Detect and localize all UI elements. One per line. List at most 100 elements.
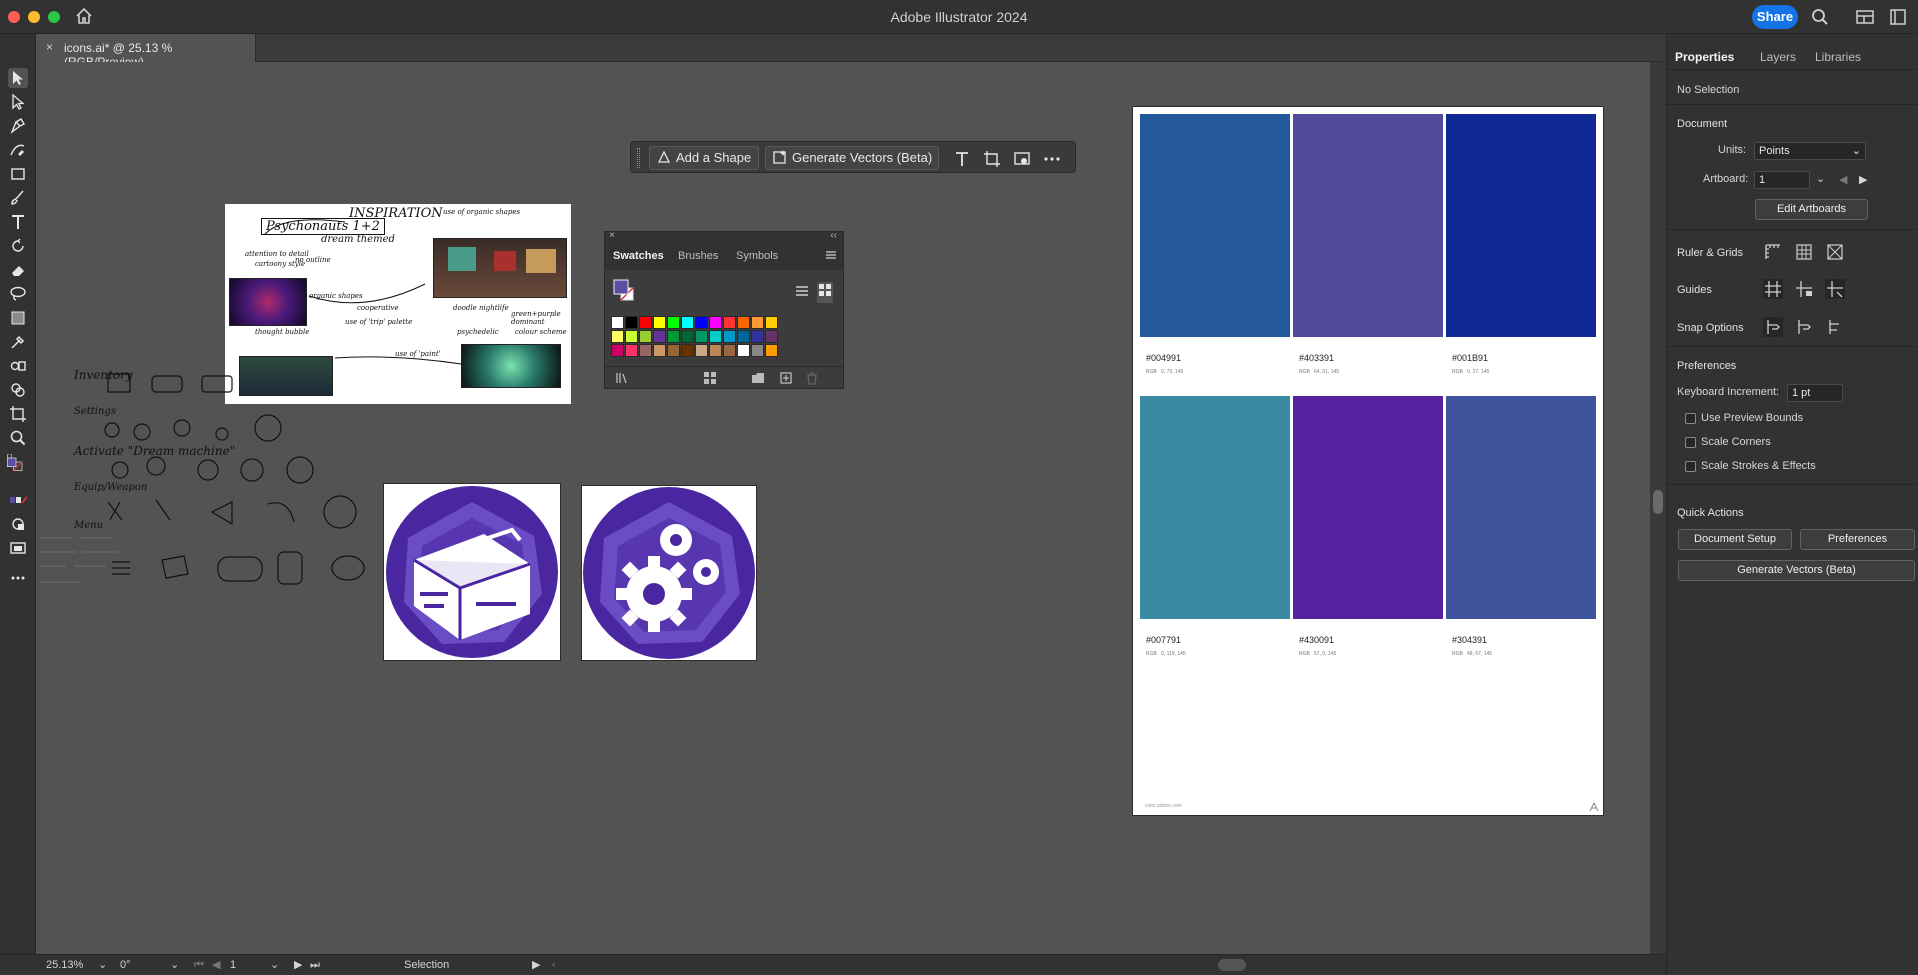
panel-menu-icon[interactable] [825, 248, 837, 266]
color-swatch[interactable] [737, 316, 750, 329]
next-artboard-icon[interactable]: ▶ [1859, 173, 1867, 186]
artboard-number[interactable]: 1 [230, 957, 264, 974]
delete-swatch-icon[interactable] [805, 371, 819, 390]
artboard-select[interactable]: 1 [1754, 171, 1810, 189]
color-swatch[interactable] [765, 330, 778, 343]
palette-swatch[interactable] [1293, 396, 1443, 619]
color-swatch[interactable] [709, 330, 722, 343]
color-swatch[interactable] [667, 316, 680, 329]
fill-stroke-swatch[interactable] [613, 278, 634, 301]
gradient-tool-icon[interactable] [8, 308, 28, 328]
color-swatch[interactable] [737, 344, 750, 357]
color-swatch[interactable] [639, 344, 652, 357]
color-swatch[interactable] [625, 316, 638, 329]
share-button[interactable]: Share [1752, 5, 1798, 29]
tab-libraries[interactable]: Libraries [1815, 50, 1861, 64]
color-swatch[interactable] [709, 344, 722, 357]
drag-handle[interactable] [637, 148, 640, 168]
generate-vectors-button[interactable]: Generate Vectors (Beta) [1678, 560, 1915, 581]
document-setup-button[interactable]: Document Setup [1678, 529, 1792, 550]
type-icon[interactable] [953, 150, 971, 168]
canvas[interactable]: Add a Shape Generate Vectors (Beta) INSP… [36, 62, 1650, 954]
color-swatch[interactable] [639, 316, 652, 329]
document-tab[interactable]: × icons.ai* @ 25.13 % (RGB/Preview) [36, 34, 256, 69]
eraser-tool-icon[interactable] [8, 260, 28, 280]
last-artboard-icon[interactable]: ⏭ [310, 957, 320, 974]
type-tool-icon[interactable] [8, 212, 28, 232]
scroll-left-icon[interactable]: ‹ [552, 957, 556, 974]
horizontal-scroll-thumb[interactable] [1218, 959, 1246, 971]
workspace-switcher-icon[interactable] [1855, 7, 1875, 27]
close-panel-icon[interactable]: × [609, 230, 615, 241]
rotation-value[interactable]: 0° [120, 957, 176, 974]
lock-guides-icon[interactable] [1794, 279, 1814, 299]
shape-builder-tool-icon[interactable] [8, 380, 28, 400]
palette-swatch[interactable] [1446, 114, 1596, 337]
ruler-icon[interactable] [1763, 242, 1783, 262]
home-icon[interactable] [74, 6, 94, 26]
fill-stroke-icon[interactable] [4, 453, 32, 484]
color-swatch[interactable] [611, 330, 624, 343]
palette-swatch[interactable] [1140, 114, 1290, 337]
color-swatch[interactable] [765, 344, 778, 357]
color-swatch[interactable] [653, 330, 666, 343]
selection-tool-icon[interactable] [8, 68, 28, 88]
color-swatch[interactable] [751, 330, 764, 343]
color-swatch[interactable] [737, 330, 750, 343]
show-swatch-kinds-icon[interactable] [703, 371, 717, 390]
paintbrush-tool-icon[interactable] [8, 188, 28, 208]
screen-mode-icon[interactable] [8, 538, 28, 558]
image-trace-icon[interactable] [1013, 150, 1031, 168]
settings-icon-artboard[interactable] [581, 485, 757, 661]
scale-strokes-checkbox[interactable] [1685, 461, 1696, 472]
chevron-down-icon[interactable]: ⌄ [170, 957, 179, 974]
color-swatch[interactable] [667, 330, 680, 343]
collapse-panel-icon[interactable]: ‹‹ [830, 230, 837, 241]
snap-to-pixel-icon[interactable] [1794, 317, 1814, 337]
grid-icon[interactable] [1794, 242, 1814, 262]
chevron-down-icon[interactable]: ⌄ [270, 957, 279, 974]
show-guides-icon[interactable] [1763, 279, 1783, 299]
color-swatch[interactable] [653, 344, 666, 357]
search-icon[interactable] [1810, 7, 1830, 27]
inventory-icon-artboard[interactable] [383, 483, 561, 661]
color-swatch[interactable] [695, 316, 708, 329]
color-swatch[interactable] [681, 330, 694, 343]
more-options-icon[interactable] [1043, 150, 1061, 168]
rectangle-tool-icon[interactable] [8, 164, 28, 184]
more-tools-icon[interactable] [8, 568, 28, 588]
pen-tool-icon[interactable] [8, 116, 28, 136]
chevron-down-icon[interactable]: ⌄ [1816, 172, 1825, 185]
crop-icon[interactable] [983, 150, 1001, 168]
swatch-libraries-icon[interactable] [615, 371, 629, 390]
chevron-down-icon[interactable]: ⌄ [98, 957, 107, 974]
minimize-window-button[interactable] [28, 11, 40, 23]
tab-layers[interactable]: Layers [1760, 50, 1796, 64]
tab-symbols[interactable]: Symbols [736, 250, 778, 262]
palette-swatch[interactable] [1293, 114, 1443, 337]
color-swatch[interactable] [723, 344, 736, 357]
edit-artboards-button[interactable]: Edit Artboards [1755, 199, 1868, 220]
color-mode-icon[interactable] [8, 490, 28, 510]
use-preview-bounds-checkbox[interactable] [1685, 413, 1696, 424]
color-swatch[interactable] [611, 316, 624, 329]
color-swatch[interactable] [625, 330, 638, 343]
generate-vectors-button[interactable]: Generate Vectors (Beta) [765, 146, 939, 170]
color-swatch[interactable] [723, 316, 736, 329]
preferences-button[interactable]: Preferences [1800, 529, 1915, 550]
vertical-scrollbar[interactable] [1650, 62, 1666, 954]
scale-corners-checkbox[interactable] [1685, 437, 1696, 448]
color-swatch[interactable] [667, 344, 680, 357]
close-window-button[interactable] [8, 11, 20, 23]
list-view-icon[interactable] [795, 284, 809, 303]
units-select[interactable]: Points ⌄ [1754, 142, 1866, 160]
close-tab-icon[interactable]: × [46, 40, 53, 54]
tab-brushes[interactable]: Brushes [678, 250, 718, 262]
blend-tool-icon[interactable] [8, 356, 28, 376]
palette-swatch[interactable] [1446, 396, 1596, 619]
color-palette-artboard[interactable]: #004991 #403391 #001B91 RGB 0, 73, 145 R… [1132, 106, 1604, 816]
color-swatch[interactable] [723, 330, 736, 343]
palette-swatch[interactable] [1140, 396, 1290, 619]
grid-view-icon[interactable] [817, 282, 833, 303]
zoom-tool-icon[interactable] [8, 428, 28, 448]
